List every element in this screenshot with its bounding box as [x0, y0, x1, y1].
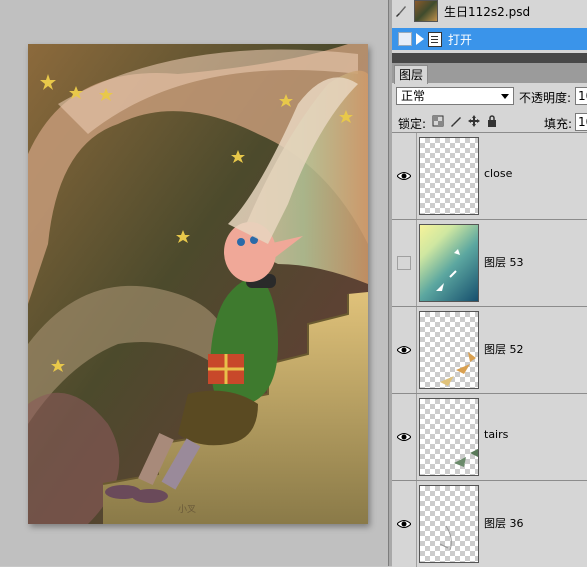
layer-visibility-toggle[interactable]: [392, 307, 417, 393]
lock-all-icon[interactable]: [486, 115, 498, 127]
history-source-checkbox[interactable]: [398, 32, 412, 46]
document-canvas-area[interactable]: 小叉: [0, 0, 388, 566]
layers-list: close 图层 53 图层 52 tairs 图层 36: [392, 132, 587, 567]
eye-icon: [397, 520, 411, 528]
history-snapshot-row[interactable]: 生日112s2.psd: [392, 0, 587, 22]
layer-row[interactable]: tairs: [392, 393, 587, 480]
blend-options-row: 正常 不透明度: 10: [392, 85, 587, 107]
layer-thumbnail: [419, 311, 479, 389]
layer-visibility-toggle[interactable]: [392, 220, 417, 306]
eye-icon: [397, 172, 411, 180]
play-icon: [416, 33, 424, 45]
layer-thumbnail: [419, 224, 479, 302]
eye-icon: [397, 346, 411, 354]
layers-tab-bar: 图层: [392, 63, 587, 84]
layer-visibility-toggle[interactable]: [392, 394, 417, 480]
right-panel: 生日112s2.psd 打开 图层 正常 不透明度: 10 锁定: 填充:: [392, 0, 587, 567]
lock-paint-icon[interactable]: [450, 115, 462, 127]
layer-name[interactable]: tairs: [484, 428, 508, 441]
layer-row[interactable]: 图层 36: [392, 480, 587, 567]
history-step-open[interactable]: 打开: [392, 28, 587, 50]
lock-transparency-icon[interactable]: [432, 115, 444, 127]
layer-name[interactable]: close: [484, 167, 512, 180]
layer-row[interactable]: 图层 53: [392, 219, 587, 306]
fill-label: 填充:: [544, 117, 573, 131]
layer-thumbnail: [419, 398, 479, 476]
layer-thumbnail: [419, 137, 479, 215]
document-icon: [428, 31, 442, 47]
brush-icon[interactable]: [392, 2, 410, 20]
hidden-eye-box: [397, 256, 411, 270]
tab-layers[interactable]: 图层: [394, 65, 429, 84]
history-step-label: 打开: [448, 32, 473, 47]
layer-row[interactable]: 图层 52: [392, 306, 587, 393]
layer-name[interactable]: 图层 36: [484, 515, 524, 531]
blend-mode-value: 正常: [401, 89, 426, 103]
blend-mode-select[interactable]: 正常: [396, 87, 514, 105]
panel-separator: [392, 53, 587, 63]
layer-name[interactable]: 图层 53: [484, 254, 524, 270]
layer-visibility-toggle[interactable]: [392, 133, 417, 219]
artwork-image[interactable]: 小叉: [28, 44, 368, 524]
lock-move-icon[interactable]: [468, 115, 480, 127]
eye-icon: [397, 433, 411, 441]
lock-options-row: 锁定: 填充: 10: [392, 111, 587, 133]
dropdown-arrow-icon[interactable]: [501, 94, 509, 99]
artwork-signature: 小叉: [178, 504, 196, 515]
fill-input[interactable]: 10: [575, 113, 587, 131]
layer-name[interactable]: 图层 52: [484, 341, 524, 357]
opacity-label: 不透明度:: [519, 91, 572, 105]
snapshot-thumbnail: [414, 0, 438, 22]
layer-thumbnail: [419, 485, 479, 563]
layer-visibility-toggle[interactable]: [392, 481, 417, 567]
layer-row[interactable]: close: [392, 132, 587, 219]
lock-label: 锁定:: [398, 117, 427, 131]
history-file-name: 生日112s2.psd: [444, 4, 531, 19]
opacity-input[interactable]: 10: [575, 87, 587, 105]
